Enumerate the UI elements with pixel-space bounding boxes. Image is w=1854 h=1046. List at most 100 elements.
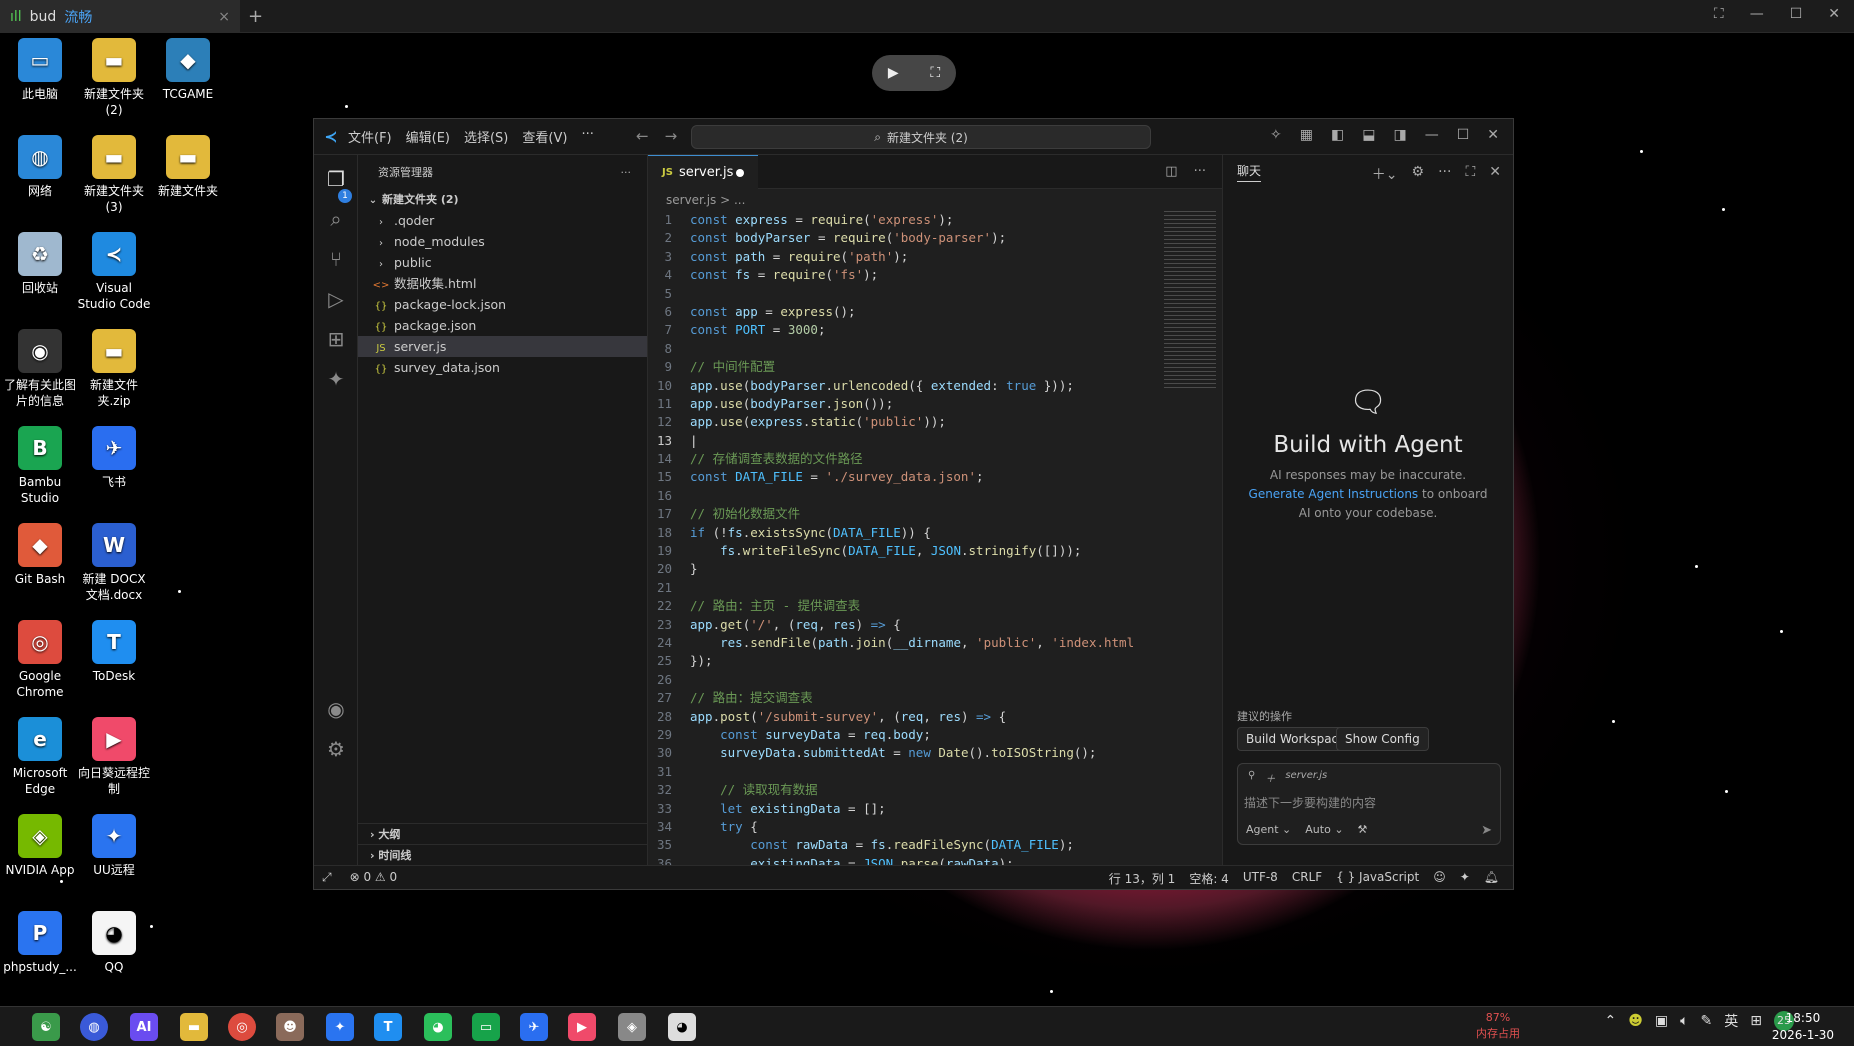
desktop-icon[interactable]: ▬ 新建文件夹 (3)	[76, 135, 152, 215]
code-area[interactable]: 1 const express = require('express'); 2 con…	[648, 211, 1162, 865]
taskbar-browser-icon[interactable]: ◍	[80, 1013, 108, 1041]
code-line[interactable]: 3 const path = require('path');	[648, 248, 1162, 266]
code-line[interactable]: 14 // 存储调查表数据的文件路径	[648, 450, 1162, 468]
toggle-secondary-icon[interactable]: ◨	[1393, 127, 1406, 143]
timeline-section[interactable]: › 时间线	[358, 844, 647, 865]
search-view-icon[interactable]: ⌕	[324, 207, 348, 231]
settings-gear-icon[interactable]: ⚙	[324, 737, 348, 761]
desktop-icon[interactable]: B Bambu Studio	[2, 426, 78, 506]
menu-item[interactable]: 查看(V)	[522, 127, 567, 146]
sunlogin-icon[interactable]: ▶	[568, 1013, 596, 1041]
code-line[interactable]: 22 // 路由：主页 - 提供调查表	[648, 597, 1162, 615]
close-tab-icon[interactable]: ×	[218, 9, 230, 25]
feishu-icon[interactable]: ✈	[520, 1013, 548, 1041]
qq-icon[interactable]: ◕	[668, 1013, 696, 1041]
language-mode[interactable]: { } JavaScript	[1336, 870, 1419, 887]
tree-item[interactable]: {} package-lock.json	[358, 294, 647, 315]
code-line[interactable]: 12 app.use(express.static('public'));	[648, 413, 1162, 431]
code-line[interactable]: 27 // 路由：提交调查表	[648, 689, 1162, 707]
todesk-icon[interactable]: T	[374, 1013, 402, 1041]
code-line[interactable]: 8	[648, 340, 1162, 358]
tree-item[interactable]: › node_modules	[358, 231, 647, 252]
code-line[interactable]: 26	[648, 671, 1162, 689]
play-icon[interactable]: ▶	[888, 65, 899, 81]
memory-usage[interactable]: 87% 内存占用	[1476, 1010, 1520, 1042]
unsaved-dot-icon[interactable]	[736, 169, 744, 177]
session-tab[interactable]: ıll bud 流畅 ×	[0, 0, 240, 33]
problems-count[interactable]: ⊗ 0 ⚠ 0	[350, 870, 398, 885]
code-line[interactable]: 29 const surveyData = req.body;	[648, 726, 1162, 744]
desktop-icon[interactable]: ▬ 新建文件夹.zip	[76, 329, 152, 409]
code-line[interactable]: 32 // 读取现有数据	[648, 781, 1162, 799]
code-line[interactable]: 11 app.use(bodyParser.json());	[648, 395, 1162, 413]
breadcrumb[interactable]: server.js > ...	[648, 189, 1222, 211]
file-explorer-icon[interactable]: ▬	[180, 1013, 208, 1041]
toggle-panel-icon[interactable]: ⬓	[1362, 127, 1375, 143]
code-line[interactable]: 7 const PORT = 3000;	[648, 321, 1162, 339]
clock[interactable]: 18:50 2026-1-30	[1772, 1010, 1834, 1044]
code-line[interactable]: 18 if (!fs.existsSync(DATA_FILE)) {	[648, 524, 1162, 542]
code-line[interactable]: 31	[648, 763, 1162, 781]
maximize-chat-icon[interactable]: ⛶	[1465, 164, 1475, 184]
code-line[interactable]: 24 res.sendFile(path.join(__dirname, 'pu…	[648, 634, 1162, 652]
copilot-icon[interactable]: ✧	[1270, 127, 1282, 143]
chrome-icon[interactable]: ◎	[228, 1013, 256, 1041]
code-line[interactable]: 30 surveyData.submittedAt = new Date().t…	[648, 744, 1162, 762]
extensions-icon[interactable]: ⊞	[324, 327, 348, 351]
menu-item[interactable]: ···	[581, 127, 593, 146]
editor-more-icon[interactable]: ···	[1194, 164, 1206, 179]
agent-status-icon[interactable]: ✦	[1460, 870, 1470, 887]
new-chat-icon[interactable]: ＋⌄	[1372, 164, 1398, 184]
chat-input-placeholder[interactable]: 描述下一步要构建的内容	[1244, 794, 1376, 811]
code-line[interactable]: 10 app.use(bodyParser.urlencoded({ extend…	[648, 377, 1162, 395]
desktop-icon[interactable]: ◉ 了解有关此图片的信息	[2, 329, 78, 409]
desktop-icon[interactable]: ≺ Visual Studio Code	[76, 232, 152, 312]
run-debug-icon[interactable]: ▷	[324, 287, 348, 311]
code-line[interactable]: 13 |	[648, 432, 1162, 450]
desktop-icon[interactable]: ◕ QQ	[76, 911, 152, 975]
menu-item[interactable]: 选择(S)	[464, 127, 508, 146]
code-line[interactable]: 28 app.post('/submit-survey', (req, res) …	[648, 708, 1162, 726]
minimap[interactable]	[1164, 211, 1216, 391]
desktop-icon[interactable]: e Microsoft Edge	[2, 717, 78, 797]
notifications-bell-icon[interactable]: 🔔︎	[1484, 870, 1499, 887]
tree-item[interactable]: {} survey_data.json	[358, 357, 647, 378]
code-line[interactable]: 36 existingData = JSON.parse(rawData);	[648, 855, 1162, 865]
menu-item[interactable]: 文件(F)	[348, 127, 392, 146]
terminal-icon[interactable]: ▭	[472, 1013, 500, 1041]
desktop-icon[interactable]: ◎ Google Chrome	[2, 620, 78, 700]
chat-title[interactable]: 聊天	[1237, 162, 1262, 182]
agent-mode-dropdown[interactable]: Agent ⌄	[1246, 823, 1291, 836]
code-line[interactable]: 33 let existingData = [];	[648, 800, 1162, 818]
code-line[interactable]: 20}	[648, 560, 1162, 578]
remote-icon[interactable]: ⤢	[322, 870, 332, 885]
close-icon[interactable]: ✕	[1828, 6, 1840, 22]
code-line[interactable]: 2 const bodyParser = require('body-parser…	[648, 229, 1162, 247]
line-endings[interactable]: CRLF	[1292, 870, 1322, 887]
new-tab-icon[interactable]: +	[248, 6, 263, 27]
minimize-window-icon[interactable]: —	[1425, 127, 1439, 143]
account-icon[interactable]: ◉	[324, 697, 348, 721]
code-line[interactable]: 16	[648, 487, 1162, 505]
explorer-icon[interactable]: ❐	[324, 167, 348, 191]
more-actions-icon[interactable]: ···	[621, 166, 632, 179]
desktop-icon[interactable]: ◍ 网络	[2, 135, 78, 199]
taskbar-tool-icon[interactable]: ◈	[618, 1013, 646, 1041]
network-icon[interactable]: ▣	[1655, 1013, 1668, 1029]
code-line[interactable]: 25});	[648, 652, 1162, 670]
taskbar-app-icon[interactable]: ☯	[32, 1013, 60, 1041]
desktop-icon[interactable]: ▬ 新建文件夹	[150, 135, 226, 199]
code-line[interactable]: 34 try {	[648, 818, 1162, 836]
tray-app-icon[interactable]: ☻	[1628, 1013, 1643, 1029]
attach-icon[interactable]: ⚲	[1248, 770, 1255, 785]
menu-item[interactable]: 编辑(E)	[406, 127, 450, 146]
forward-icon[interactable]: →	[665, 127, 678, 145]
code-line[interactable]: 1 const express = require('express');	[648, 211, 1162, 229]
command-center[interactable]: ⌕ 新建文件夹 (2)	[691, 125, 1151, 149]
desktop-icon[interactable]: T ToDesk	[76, 620, 152, 684]
fullscreen-icon[interactable]: ⛶	[1714, 6, 1724, 22]
tree-item[interactable]: {} package.json	[358, 315, 647, 336]
desktop-icon[interactable]: ✈ 飞书	[76, 426, 152, 490]
desktop-icon[interactable]: ▶ 向日葵远程控制	[76, 717, 152, 797]
desktop-icon[interactable]: ▬ 新建文件夹 (2)	[76, 38, 152, 118]
